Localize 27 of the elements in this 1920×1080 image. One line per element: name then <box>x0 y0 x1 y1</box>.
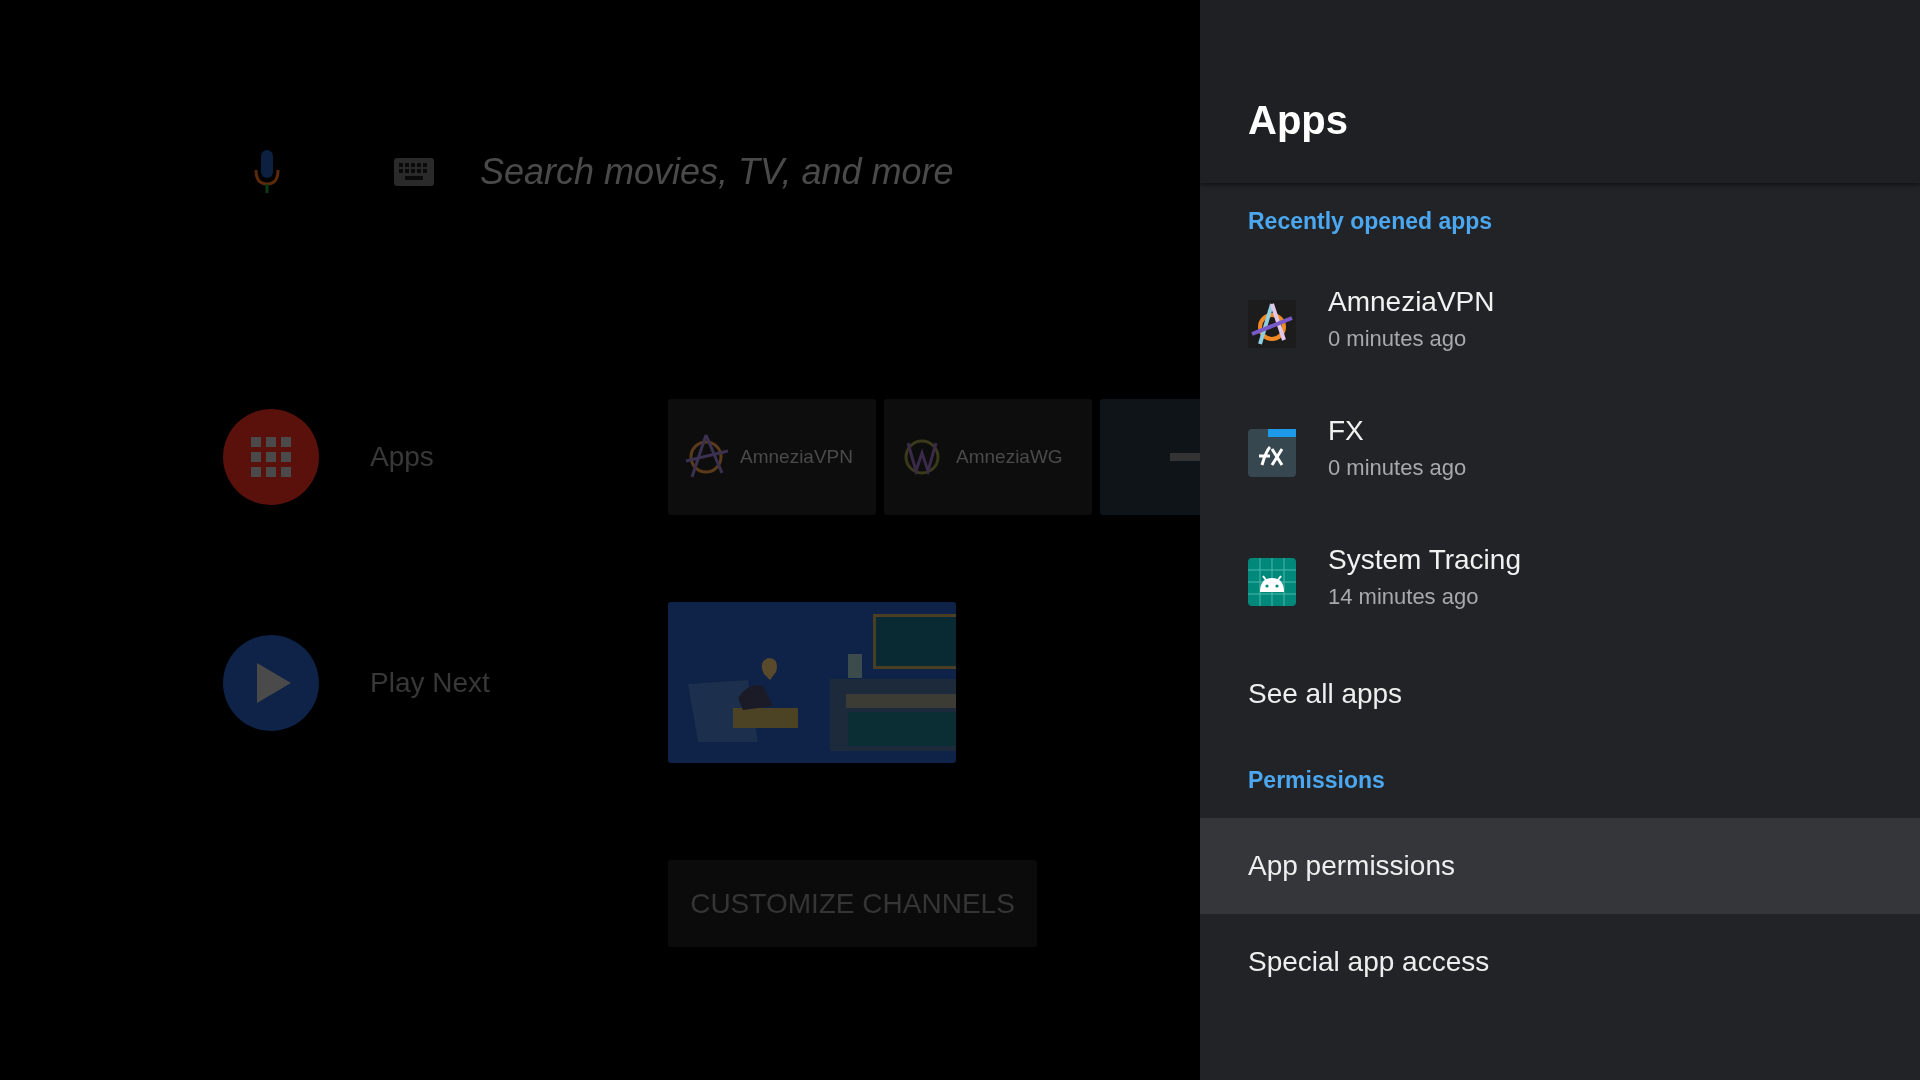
app-icon <box>1248 299 1296 348</box>
last-opened-time: 0 minutes ago <box>1328 454 1467 481</box>
app-tile[interactable] <box>1100 399 1200 515</box>
search-field[interactable]: Search movies, TV, and more <box>480 151 1100 193</box>
menu-item[interactable]: App permissions <box>1200 818 1920 914</box>
section-heading: Recently opened apps <box>1247 206 1494 236</box>
row-title: Play Next <box>370 666 491 699</box>
microphone-icon <box>253 150 281 194</box>
app-list-item[interactable]: System Tracing 14 minutes ago <box>1200 517 1920 646</box>
panel-title: Apps <box>1248 98 1348 143</box>
app-name: System Tracing <box>1328 543 1521 576</box>
row-title: Apps <box>370 441 435 473</box>
play-icon <box>257 662 291 703</box>
app-name: AmneziaVPN <box>1328 285 1495 318</box>
dash-icon <box>1170 453 1200 461</box>
menu-item[interactable]: See all apps <box>1200 646 1920 742</box>
app-list-item[interactable]: AmneziaVPN 0 minutes ago <box>1200 259 1920 388</box>
last-opened-time: 14 minutes ago <box>1328 583 1480 610</box>
app-list-item[interactable]: FX 0 minutes ago <box>1200 388 1920 517</box>
section-heading: Permissions <box>1247 765 1386 795</box>
menu-item[interactable]: Special app access <box>1200 914 1920 1010</box>
grid-icon <box>251 437 291 477</box>
app-name: FX <box>1328 414 1365 447</box>
last-opened-time: 0 minutes ago <box>1328 325 1468 352</box>
app-icon <box>1248 428 1296 477</box>
keyboard-icon[interactable] <box>394 158 434 186</box>
app-icon <box>1248 557 1296 606</box>
